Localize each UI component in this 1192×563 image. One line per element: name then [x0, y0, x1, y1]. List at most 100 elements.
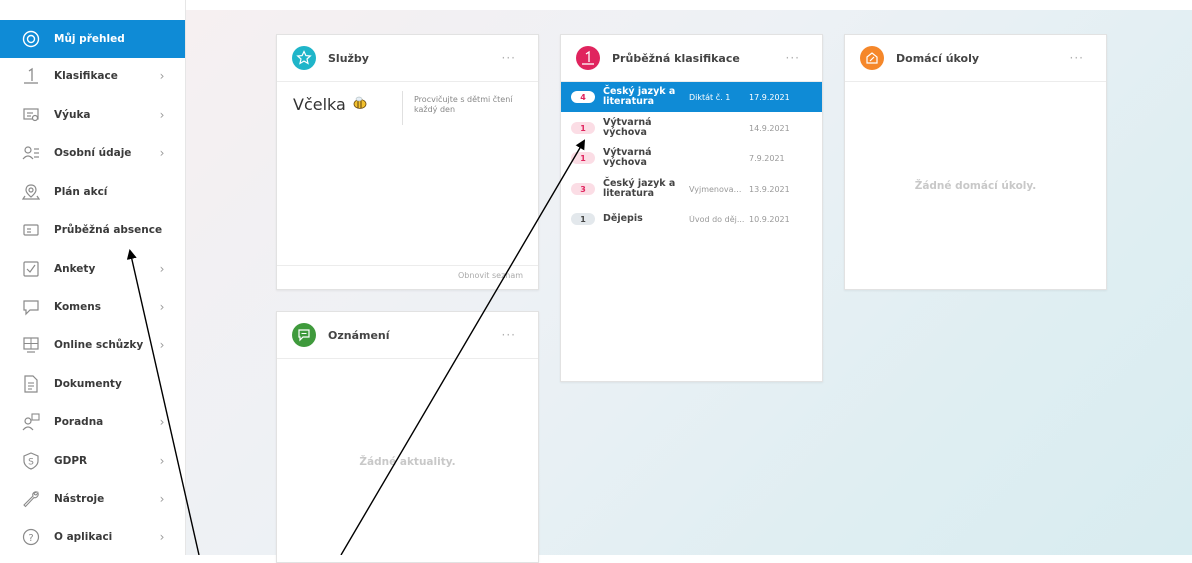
sidebar-item-label: Klasifikace [54, 70, 118, 82]
lesson-icon [20, 104, 42, 126]
svg-text:S: S [28, 458, 34, 468]
grade-row[interactable]: 1 Výtvarná výchova 7.9.2021 [561, 143, 822, 173]
svg-text:?: ? [28, 533, 33, 544]
more-options-icon[interactable]: ··· [786, 51, 800, 65]
grade-one-icon [576, 46, 600, 70]
grade-date: 14.9.2021 [749, 123, 790, 133]
counselling-icon [20, 411, 42, 433]
video-meeting-icon [20, 334, 42, 356]
grade-badge: 4 [571, 91, 595, 103]
dashboard-icon [20, 28, 42, 50]
chevron-right-icon: › [159, 146, 165, 160]
sidebar-item-label: Poradna [54, 416, 104, 428]
sidebar-item-personal-data[interactable]: Osobní údaje › [0, 134, 185, 172]
chevron-right-icon: › [159, 415, 165, 429]
grade-badge: 1 [571, 213, 595, 225]
sidebar-item-komens[interactable]: Komens › [0, 288, 185, 326]
card-title: Domácí úkoly [896, 51, 980, 65]
grade-theme: Vyjmenovan... [689, 184, 745, 194]
grade-badge: 1 [571, 152, 595, 164]
sidebar-item-counselling[interactable]: Poradna › [0, 403, 185, 441]
homework-card: Domácí úkoly ··· Žádné domácí úkoly. [844, 34, 1107, 290]
grade-date: 13.9.2021 [749, 184, 790, 194]
grade-theme: Diktát č. 1 [689, 92, 731, 102]
grade-theme: Úvod do děj... [689, 214, 745, 224]
more-options-icon[interactable]: ··· [1070, 51, 1084, 65]
divider [402, 91, 403, 125]
grade-badge: 3 [571, 183, 595, 195]
empty-state: Žádné aktuality. [359, 456, 456, 468]
chevron-right-icon: › [159, 454, 165, 468]
grade-subject: Dějepis [603, 213, 643, 224]
sidebar-item-about[interactable]: ? O aplikaci › [0, 518, 185, 556]
wrench-icon [20, 488, 42, 510]
sidebar-item-documents[interactable]: Dokumenty [0, 365, 185, 403]
more-options-icon[interactable]: ··· [502, 328, 516, 342]
grade-subject: Český jazyk a literatura [603, 86, 676, 107]
refresh-list-link[interactable]: Obnovit seznam [458, 271, 538, 280]
map-pin-icon [20, 181, 42, 203]
vcelka-service[interactable]: Včelka [293, 95, 368, 114]
more-options-icon[interactable]: ··· [502, 51, 516, 65]
sidebar-item-label: Průběžná absence [54, 224, 163, 236]
chevron-right-icon: › [159, 492, 165, 506]
grade-row[interactable]: 4 Český jazyk a literatura Diktát č. 1 1… [561, 82, 822, 112]
sidebar-item-gdpr[interactable]: S GDPR › [0, 442, 185, 480]
grade-row[interactable]: 1 Dějepis Úvod do děj... 10.9.2021 [561, 204, 822, 234]
sidebar-item-label: Online schůzky [54, 339, 144, 351]
sidebar-item-label: Nástroje [54, 493, 105, 505]
checkbox-icon [20, 258, 42, 280]
sidebar-item-label: Výuka [54, 109, 91, 121]
chat-icon [20, 296, 42, 318]
service-name: Včelka [293, 95, 346, 114]
grade-date: 17.9.2021 [749, 92, 790, 102]
sidebar-item-label: Můj přehled [54, 33, 125, 45]
grades-card: Průběžná klasifikace ··· 4 Český jazyk a… [560, 34, 823, 382]
grade-one-icon [20, 65, 42, 87]
card-title: Oznámení [328, 328, 390, 342]
empty-state: Žádné domácí úkoly. [914, 180, 1037, 192]
card-title: Služby [328, 51, 369, 65]
grade-subject: Výtvarná výchova [603, 147, 652, 168]
sidebar-item-label: Osobní údaje [54, 147, 132, 159]
chevron-right-icon: › [159, 69, 165, 83]
grade-row[interactable]: 3 Český jazyk a literatura Vyjmenovan...… [561, 174, 822, 204]
service-description: Procvičujte s dětmi čtení každý den [414, 95, 513, 114]
sidebar-item-lessons[interactable]: Výuka › [0, 96, 185, 134]
homework-icon [860, 46, 884, 70]
sidebar-item-label: Dokumenty [54, 378, 122, 390]
sidebar-item-label: Plán akcí [54, 186, 108, 198]
card-header: Průběžná klasifikace ··· [561, 35, 822, 82]
sidebar-item-label: Komens [54, 301, 101, 313]
sidebar-item-my-overview[interactable]: Můj přehled [0, 20, 185, 58]
grade-subject: Výtvarná výchova [603, 117, 652, 138]
card-header: Služby ··· [277, 35, 538, 82]
grade-row[interactable]: 1 Výtvarná výchova 14.9.2021 [561, 113, 822, 143]
sidebar-item-tools[interactable]: Nástroje › [0, 480, 185, 518]
chevron-right-icon: › [159, 108, 165, 122]
chevron-right-icon: › [159, 300, 165, 314]
sidebar-item-label: GDPR [54, 455, 88, 467]
sidebar-item-grades[interactable]: Klasifikace › [0, 57, 185, 95]
chevron-right-icon: › [159, 338, 165, 352]
chevron-right-icon: › [159, 530, 165, 544]
grade-badge: 1 [571, 122, 595, 134]
document-icon [20, 373, 42, 395]
star-icon [292, 46, 316, 70]
gdpr-shield-icon: S [20, 450, 42, 472]
announcements-card: Oznámení ··· Žádné aktuality. [276, 311, 539, 563]
sidebar-item-surveys[interactable]: Ankety › [0, 250, 185, 288]
sidebar-item-ongoing-absence[interactable]: Průběžná absence [0, 211, 185, 249]
sidebar-item-label: Ankety [54, 263, 96, 275]
sidebar-item-event-plan[interactable]: Plán akcí [0, 173, 185, 211]
grade-date: 7.9.2021 [749, 153, 785, 163]
grade-subject: Český jazyk a literatura [603, 178, 676, 199]
message-icon [292, 323, 316, 347]
absence-icon [20, 219, 42, 241]
card-title: Průběžná klasifikace [612, 51, 740, 65]
grade-date: 10.9.2021 [749, 214, 790, 224]
sidebar-item-label: O aplikaci [54, 531, 113, 543]
dashboard-area: Služby ··· Včelka Procvičujte s dětmi čt… [186, 10, 1192, 563]
sidebar-item-online-meetings[interactable]: Online schůzky › [0, 326, 185, 364]
card-header: Oznámení ··· [277, 312, 538, 359]
